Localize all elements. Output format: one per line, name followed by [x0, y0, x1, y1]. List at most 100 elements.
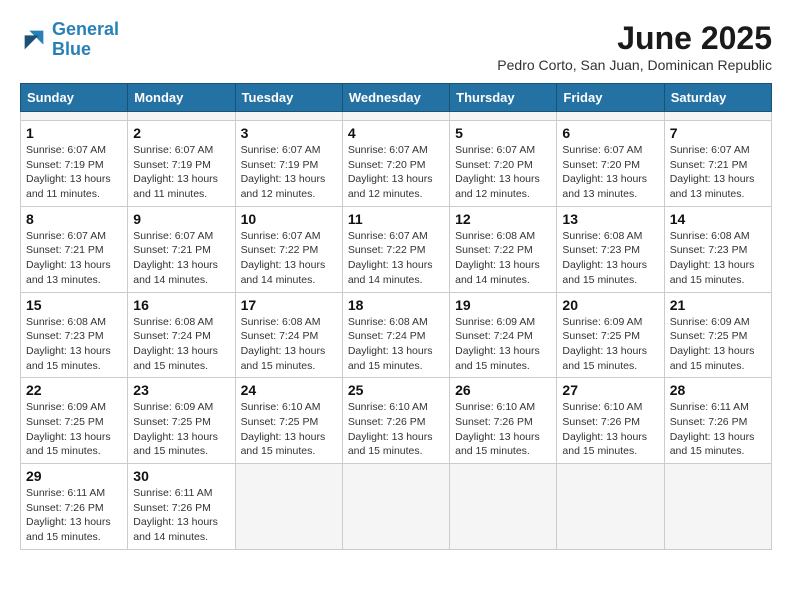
day-info: Sunrise: 6:08 AMSunset: 7:24 PMDaylight:… [133, 315, 229, 374]
calendar-day-cell: 6 Sunrise: 6:07 AMSunset: 7:20 PMDaylight… [557, 121, 664, 207]
calendar-title: June 2025 [497, 20, 772, 57]
calendar-day-cell: 14 Sunrise: 6:08 AMSunset: 7:23 PMDayligh… [664, 206, 771, 292]
weekday-header-cell: Wednesday [342, 84, 449, 112]
day-info: Sunrise: 6:10 AMSunset: 7:26 PMDaylight:… [562, 400, 658, 459]
day-info: Sunrise: 6:08 AMSunset: 7:24 PMDaylight:… [241, 315, 337, 374]
calendar-day-cell: 11Sunrise: 6:07 AMSunset: 7:22 PMDayligh… [342, 206, 449, 292]
weekday-header-cell: Friday [557, 84, 664, 112]
day-info: Sunrise: 6:08 AMSunset: 7:23 PMDaylight:… [670, 229, 766, 288]
calendar-day-cell [342, 464, 449, 550]
calendar-day-cell: 22 Sunrise: 6:09 AMSunset: 7:25 PMDayligh… [21, 378, 128, 464]
day-info: Sunrise: 6:07 AMSunset: 7:22 PMDaylight:… [241, 229, 337, 288]
calendar-day-cell: 23 Sunrise: 6:09 AMSunset: 7:25 PMDayligh… [128, 378, 235, 464]
day-number: 27 [562, 382, 658, 398]
day-info: Sunrise: 6:08 AMSunset: 7:24 PMDaylight:… [348, 315, 444, 374]
day-number: 22 [26, 382, 122, 398]
day-number: 4 [348, 125, 444, 141]
day-info: Sunrise: 6:07 AMSunset: 7:21 PMDaylight:… [26, 229, 122, 288]
day-info: Sunrise: 6:11 AMSunset: 7:26 PMDaylight:… [26, 486, 122, 545]
calendar-body: 1 Sunrise: 6:07 AMSunset: 7:19 PMDaylight… [21, 112, 772, 550]
day-info: Sunrise: 6:08 AMSunset: 7:22 PMDaylight:… [455, 229, 551, 288]
day-info: Sunrise: 6:09 AMSunset: 7:25 PMDaylight:… [562, 315, 658, 374]
day-number: 5 [455, 125, 551, 141]
calendar-day-cell: 8 Sunrise: 6:07 AMSunset: 7:21 PMDaylight… [21, 206, 128, 292]
day-info: Sunrise: 6:07 AMSunset: 7:20 PMDaylight:… [455, 143, 551, 202]
calendar-day-cell: 26 Sunrise: 6:10 AMSunset: 7:26 PMDayligh… [450, 378, 557, 464]
calendar-day-cell: 4 Sunrise: 6:07 AMSunset: 7:20 PMDaylight… [342, 121, 449, 207]
day-number: 26 [455, 382, 551, 398]
day-info: Sunrise: 6:09 AMSunset: 7:25 PMDaylight:… [26, 400, 122, 459]
calendar-day-cell: 21 Sunrise: 6:09 AMSunset: 7:25 PMDayligh… [664, 292, 771, 378]
calendar-day-cell [557, 112, 664, 121]
day-number: 20 [562, 297, 658, 313]
day-number: 11 [348, 211, 444, 227]
day-info: Sunrise: 6:10 AMSunset: 7:26 PMDaylight:… [348, 400, 444, 459]
day-number: 28 [670, 382, 766, 398]
day-info: Sunrise: 6:11 AMSunset: 7:26 PMDaylight:… [670, 400, 766, 459]
calendar-day-cell: 12Sunrise: 6:08 AMSunset: 7:22 PMDayligh… [450, 206, 557, 292]
calendar-day-cell: 16Sunrise: 6:08 AMSunset: 7:24 PMDayligh… [128, 292, 235, 378]
day-info: Sunrise: 6:10 AMSunset: 7:26 PMDaylight:… [455, 400, 551, 459]
day-info: Sunrise: 6:09 AMSunset: 7:25 PMDaylight:… [133, 400, 229, 459]
weekday-header-cell: Saturday [664, 84, 771, 112]
calendar-day-cell [235, 464, 342, 550]
day-number: 8 [26, 211, 122, 227]
calendar-day-cell: 25 Sunrise: 6:10 AMSunset: 7:26 PMDayligh… [342, 378, 449, 464]
day-info: Sunrise: 6:08 AMSunset: 7:23 PMDaylight:… [26, 315, 122, 374]
day-number: 7 [670, 125, 766, 141]
calendar-day-cell [128, 112, 235, 121]
calendar-week-row: 22 Sunrise: 6:09 AMSunset: 7:25 PMDayligh… [21, 378, 772, 464]
calendar-day-cell: 17 Sunrise: 6:08 AMSunset: 7:24 PMDayligh… [235, 292, 342, 378]
day-number: 10 [241, 211, 337, 227]
calendar-day-cell [664, 112, 771, 121]
calendar-day-cell [342, 112, 449, 121]
page-header: General Blue June 2025 Pedro Corto, San … [20, 20, 772, 73]
day-number: 17 [241, 297, 337, 313]
calendar-day-cell [21, 112, 128, 121]
day-number: 25 [348, 382, 444, 398]
day-number: 24 [241, 382, 337, 398]
day-info: Sunrise: 6:07 AMSunset: 7:21 PMDaylight:… [670, 143, 766, 202]
day-number: 23 [133, 382, 229, 398]
calendar-day-cell [450, 112, 557, 121]
day-number: 18 [348, 297, 444, 313]
day-info: Sunrise: 6:07 AMSunset: 7:20 PMDaylight:… [562, 143, 658, 202]
day-number: 30 [133, 468, 229, 484]
title-section: June 2025 Pedro Corto, San Juan, Dominic… [497, 20, 772, 73]
calendar-table: SundayMondayTuesdayWednesdayThursdayFrid… [20, 83, 772, 550]
day-number: 6 [562, 125, 658, 141]
day-info: Sunrise: 6:09 AMSunset: 7:24 PMDaylight:… [455, 315, 551, 374]
calendar-day-cell: 29Sunrise: 6:11 AMSunset: 7:26 PMDayligh… [21, 464, 128, 550]
calendar-day-cell: 27 Sunrise: 6:10 AMSunset: 7:26 PMDayligh… [557, 378, 664, 464]
day-number: 19 [455, 297, 551, 313]
calendar-day-cell: 19 Sunrise: 6:09 AMSunset: 7:24 PMDayligh… [450, 292, 557, 378]
calendar-day-cell: 7 Sunrise: 6:07 AMSunset: 7:21 PMDaylight… [664, 121, 771, 207]
day-number: 1 [26, 125, 122, 141]
calendar-week-row [21, 112, 772, 121]
calendar-week-row: 1 Sunrise: 6:07 AMSunset: 7:19 PMDaylight… [21, 121, 772, 207]
calendar-day-cell: 15 Sunrise: 6:08 AMSunset: 7:23 PMDayligh… [21, 292, 128, 378]
logo-text: General Blue [52, 20, 119, 60]
day-number: 14 [670, 211, 766, 227]
day-info: Sunrise: 6:07 AMSunset: 7:19 PMDaylight:… [241, 143, 337, 202]
day-number: 9 [133, 211, 229, 227]
calendar-day-cell: 1 Sunrise: 6:07 AMSunset: 7:19 PMDaylight… [21, 121, 128, 207]
day-info: Sunrise: 6:09 AMSunset: 7:25 PMDaylight:… [670, 315, 766, 374]
calendar-day-cell: 10 Sunrise: 6:07 AMSunset: 7:22 PMDayligh… [235, 206, 342, 292]
calendar-day-cell: 28 Sunrise: 6:11 AMSunset: 7:26 PMDayligh… [664, 378, 771, 464]
day-info: Sunrise: 6:07 AMSunset: 7:19 PMDaylight:… [26, 143, 122, 202]
calendar-day-cell [450, 464, 557, 550]
day-number: 21 [670, 297, 766, 313]
day-info: Sunrise: 6:10 AMSunset: 7:25 PMDaylight:… [241, 400, 337, 459]
day-number: 15 [26, 297, 122, 313]
calendar-week-row: 29Sunrise: 6:11 AMSunset: 7:26 PMDayligh… [21, 464, 772, 550]
calendar-day-cell: 2Sunrise: 6:07 AMSunset: 7:19 PMDaylight… [128, 121, 235, 207]
weekday-header-cell: Tuesday [235, 84, 342, 112]
day-info: Sunrise: 6:07 AMSunset: 7:20 PMDaylight:… [348, 143, 444, 202]
weekday-header-cell: Sunday [21, 84, 128, 112]
day-info: Sunrise: 6:07 AMSunset: 7:21 PMDaylight:… [133, 229, 229, 288]
day-number: 3 [241, 125, 337, 141]
calendar-day-cell [664, 464, 771, 550]
day-info: Sunrise: 6:08 AMSunset: 7:23 PMDaylight:… [562, 229, 658, 288]
day-info: Sunrise: 6:11 AMSunset: 7:26 PMDaylight:… [133, 486, 229, 545]
